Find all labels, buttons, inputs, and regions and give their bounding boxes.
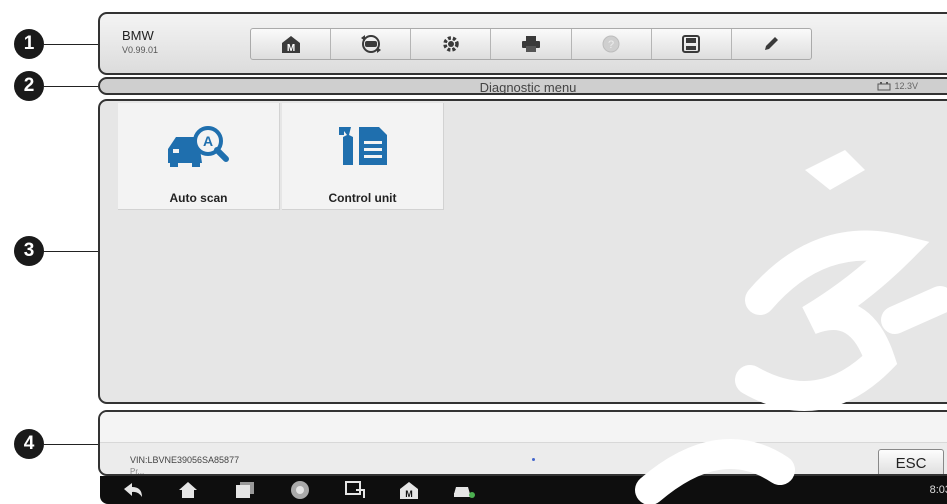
vin-text: VIN:LBVNE39056SA85877 [130,455,240,465]
software-version: V0.99.01 [122,45,159,55]
auto-scan-label: Auto scan [169,191,228,205]
callout-line-1 [44,44,98,45]
battery-icon [877,81,891,90]
edit-button[interactable] [732,29,811,59]
vehicle-swap-icon [360,35,381,53]
vci-icon[interactable] [344,480,366,500]
control-unit-icon [338,127,387,165]
maxisys-icon[interactable]: M [398,480,420,500]
control-unit-label: Control unit [328,191,397,205]
callout-line-2 [44,86,98,87]
callout-3: 3 [14,236,44,266]
control-unit-tile[interactable]: Control unit [282,103,444,210]
save-button[interactable] [652,29,732,59]
car-icon[interactable] [452,480,476,500]
help-button[interactable]: ? [572,29,652,59]
home-icon: M [281,36,300,54]
print-icon [521,36,540,52]
android-nav-bar: M 8:03 [100,476,947,504]
battery-voltage: 12.3V [877,81,918,91]
brand-name: BMW [122,28,154,43]
toolbar-buttons: M ? [250,28,812,60]
save-icon [682,35,701,53]
vehicle-brand: BMW V0.99.01 [122,28,158,55]
callout-4: 4 [14,429,44,459]
recent-apps-icon[interactable] [234,480,256,500]
indicator-dot [532,458,535,461]
status-clock: 8:03 [929,484,947,496]
voltage-value: 12.3V [894,81,918,91]
esc-button[interactable]: ESC [878,449,944,474]
home-icon[interactable] [177,480,199,500]
auto-scan-tile[interactable]: A Auto scan [118,103,280,210]
help-icon: ? [602,35,620,53]
chrome-icon[interactable] [289,480,311,500]
home-button[interactable]: M [251,29,332,59]
bottom-info-bar: VIN:LBVNE39056SA85877 Pr... ESC [98,410,947,476]
svg-text:M: M [405,489,413,499]
back-icon[interactable] [122,480,144,500]
page-title: Diagnostic menu [479,80,577,95]
callout-line-4 [44,444,98,445]
callout-line-3 [44,251,98,252]
top-toolbar: BMW V0.99.01 M ? [98,12,947,75]
function-menu-area: A Auto scan Control unit [98,99,947,404]
callout-2: 2 [14,71,44,101]
vehicle-sub-text: Pr... [130,467,145,476]
svg-text:?: ? [608,39,614,51]
print-button[interactable] [491,29,572,59]
vehicle-swap-button[interactable] [331,29,412,59]
menu-title-bar: Diagnostic menu 12.3V [98,77,947,95]
bottom-strip [100,412,947,443]
svg-text:M: M [286,43,294,54]
callout-1: 1 [14,29,44,59]
auto-scan-icon: A [167,126,229,167]
edit-icon [765,37,779,50]
settings-button[interactable] [411,29,492,59]
settings-icon [443,36,459,52]
svg-text:A: A [202,133,212,149]
